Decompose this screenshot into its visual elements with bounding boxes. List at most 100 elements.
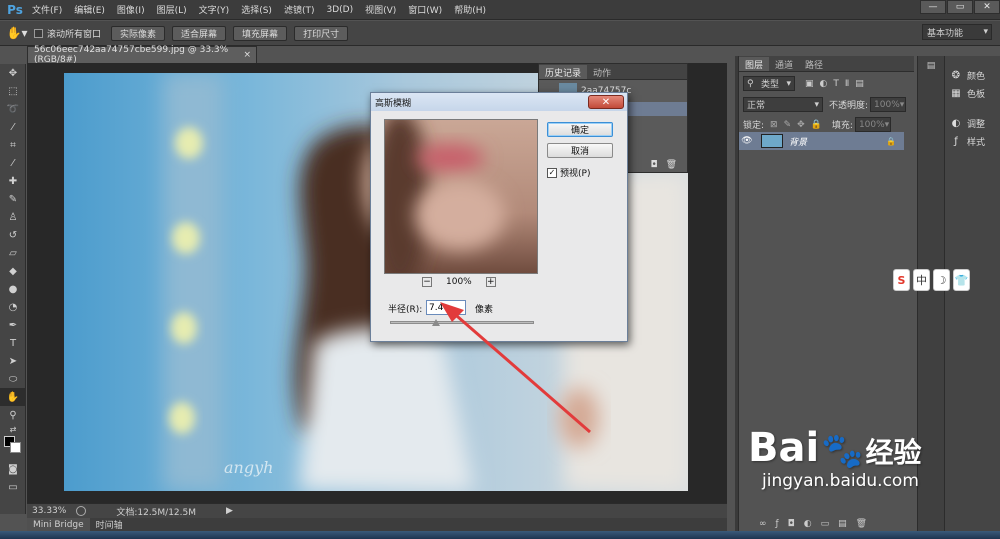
layer-row-background[interactable]: 👁 背景 🔒 [739,132,904,150]
dialog-title-bar[interactable]: 高斯模糊 ✕ [371,93,627,111]
blur-preview[interactable] [384,119,538,274]
photoshop-logo: Ps [7,2,23,17]
menu-help[interactable]: 帮助(H) [448,3,492,16]
skin-icon[interactable]: 👕 [953,269,970,291]
restore-button[interactable]: ▭ [947,0,973,14]
tab-history[interactable]: 历史记录 [539,65,588,79]
status-info-icon[interactable] [76,506,87,516]
close-tab-icon[interactable]: × [243,50,251,60]
hand-tool-icon[interactable]: ✋▾ [0,26,34,40]
dodge-tool-icon[interactable]: ◔ [0,298,26,316]
fill-input[interactable]: 100% ▾ [854,117,891,132]
quick-mask-icon[interactable]: ◙ [0,460,26,478]
eyedropper-tool-icon[interactable]: ⁄ [0,154,26,172]
blur-tool-icon[interactable]: ● [0,280,26,298]
close-button[interactable]: ✕ [974,0,1000,14]
lock-icons[interactable]: ⊠✎✥🔒 [770,120,828,130]
crop-tool-icon[interactable]: ⌗ [0,136,26,154]
eye-icon[interactable]: 👁 [739,136,755,146]
ellipse-tool-icon[interactable]: ⬭ [0,370,26,388]
cancel-button[interactable]: 取消 [547,143,613,158]
hand-tool-active-icon[interactable]: ✋ [0,388,26,406]
dialog-close-button[interactable]: ✕ [588,95,624,109]
document-tab[interactable]: 56c06eec742aa74757cbe599.jpg @ 33.3%(RGB… [27,45,257,65]
preview-option[interactable]: ✓ 预视(P) [547,166,590,179]
history-icon[interactable]: ▤ [918,56,944,76]
actual-pixels-button[interactable]: 实际像素 [111,25,166,41]
fit-screen-button[interactable]: 适合屏幕 [172,25,227,41]
layers-panel-tabs: 图层 通道 路径 [739,56,914,72]
tab-layers[interactable]: 图层 [739,57,770,71]
opacity-label: 不透明度: [829,101,869,111]
menu-file[interactable]: 文件(F) [26,3,68,16]
layer-filter-icons[interactable]: ▣◐TⅡ▤ [805,79,870,89]
pen-tool-icon[interactable]: ✒ [0,316,26,334]
paint-bucket-icon[interactable]: ◆ [0,262,26,280]
history-brush-icon[interactable]: ↺ [0,226,26,244]
healing-brush-icon[interactable]: ✚ [0,172,26,190]
blend-mode-select[interactable]: 正常 ▾ [743,97,823,112]
color-swatches[interactable] [0,434,26,460]
layer-filter-select[interactable]: ⚲ 类型 ▾ [743,76,795,91]
tab-actions[interactable]: 动作 [587,65,617,79]
eraser-tool-icon[interactable]: ▱ [0,244,26,262]
panel-adjustments[interactable]: ◐ 调整 [945,114,1000,132]
minimize-button[interactable]: — [920,0,946,14]
workspace-label: 基本功能 [927,28,964,39]
menu-3d[interactable]: 3D(D) [320,5,359,15]
trash-icon[interactable]: 🗑 [666,160,677,170]
tab-timeline[interactable]: 时间轴 [90,518,129,531]
tab-mini-bridge[interactable]: Mini Bridge [27,518,90,531]
zoom-level[interactable]: 33.33% [32,506,66,516]
lock-icon: 🔒 [886,136,896,146]
brush-tool-icon[interactable]: ✎ [0,190,26,208]
menu-filter[interactable]: 滤镜(T) [278,3,321,16]
chinese-mode-button[interactable]: 中 [913,269,930,291]
workspace-select[interactable]: 基本功能 ▾ [922,24,992,40]
type-tool-icon[interactable]: T [0,334,26,352]
chevron-down-icon: ▾ [983,27,988,37]
menu-view[interactable]: 视图(V) [359,3,402,16]
scroll-all-windows-option[interactable]: 滚动所有窗口 [34,27,101,40]
menu-type[interactable]: 文字(Y) [193,3,236,16]
menu-edit[interactable]: 编辑(E) [68,3,111,16]
search-icon: ⚲ [747,78,754,89]
panel-swatches[interactable]: ▦ 色板 [945,84,1000,102]
path-select-icon[interactable]: ➤ [0,352,26,370]
ok-button[interactable]: 确定 [547,122,613,137]
move-tool-icon[interactable]: ✥ [0,64,26,82]
quick-select-tool-icon[interactable]: ⁄ [0,118,26,136]
zoom-in-button[interactable]: + [485,277,496,287]
watermark-brand-cn: 经验 [865,436,922,469]
opacity-input[interactable]: 100% ▾ [870,97,907,112]
zoom-tool-icon[interactable]: ⚲ [0,406,26,424]
moon-icon[interactable]: ☽ [933,269,950,291]
status-bar: 33.33% 文档:12.5M/12.5M ▶ [27,503,727,518]
swap-colors-icon[interactable]: ⇄ [0,424,26,434]
background-color[interactable] [10,442,21,453]
lasso-tool-icon[interactable]: ➰ [0,100,26,118]
camera-icon[interactable]: ◘ [650,160,657,170]
screen-mode-icon[interactable]: ▭ [0,478,26,496]
tab-channels[interactable]: 通道 [769,57,799,71]
marquee-tool-icon[interactable]: ⬚ [0,82,26,100]
menu-image[interactable]: 图像(I) [111,3,151,16]
panel-color[interactable]: ❂ 颜色 [945,66,1000,84]
clone-stamp-icon[interactable]: ♙ [0,208,26,226]
chevron-down-icon: ▾ [786,78,791,89]
preview-checkbox[interactable]: ✓ [547,167,557,178]
fill-screen-button[interactable]: 填充屏幕 [233,25,288,41]
menu-select[interactable]: 选择(S) [235,3,278,16]
sogou-logo-icon[interactable]: S [893,269,910,291]
scroll-all-checkbox[interactable] [34,28,43,38]
panel-styles[interactable]: ƒ 样式 [945,132,1000,150]
preview-label: 预视(P) [560,169,591,179]
svg-text:angyh: angyh [224,458,273,477]
blend-mode-label: 正常 [747,101,766,111]
print-size-button[interactable]: 打印尺寸 [294,25,349,41]
menu-window[interactable]: 窗口(W) [402,3,448,16]
zoom-out-button[interactable]: − [422,277,432,287]
tab-paths[interactable]: 路径 [799,57,829,71]
menu-layer[interactable]: 图层(L) [151,3,193,16]
status-arrow-icon[interactable]: ▶ [226,506,233,516]
